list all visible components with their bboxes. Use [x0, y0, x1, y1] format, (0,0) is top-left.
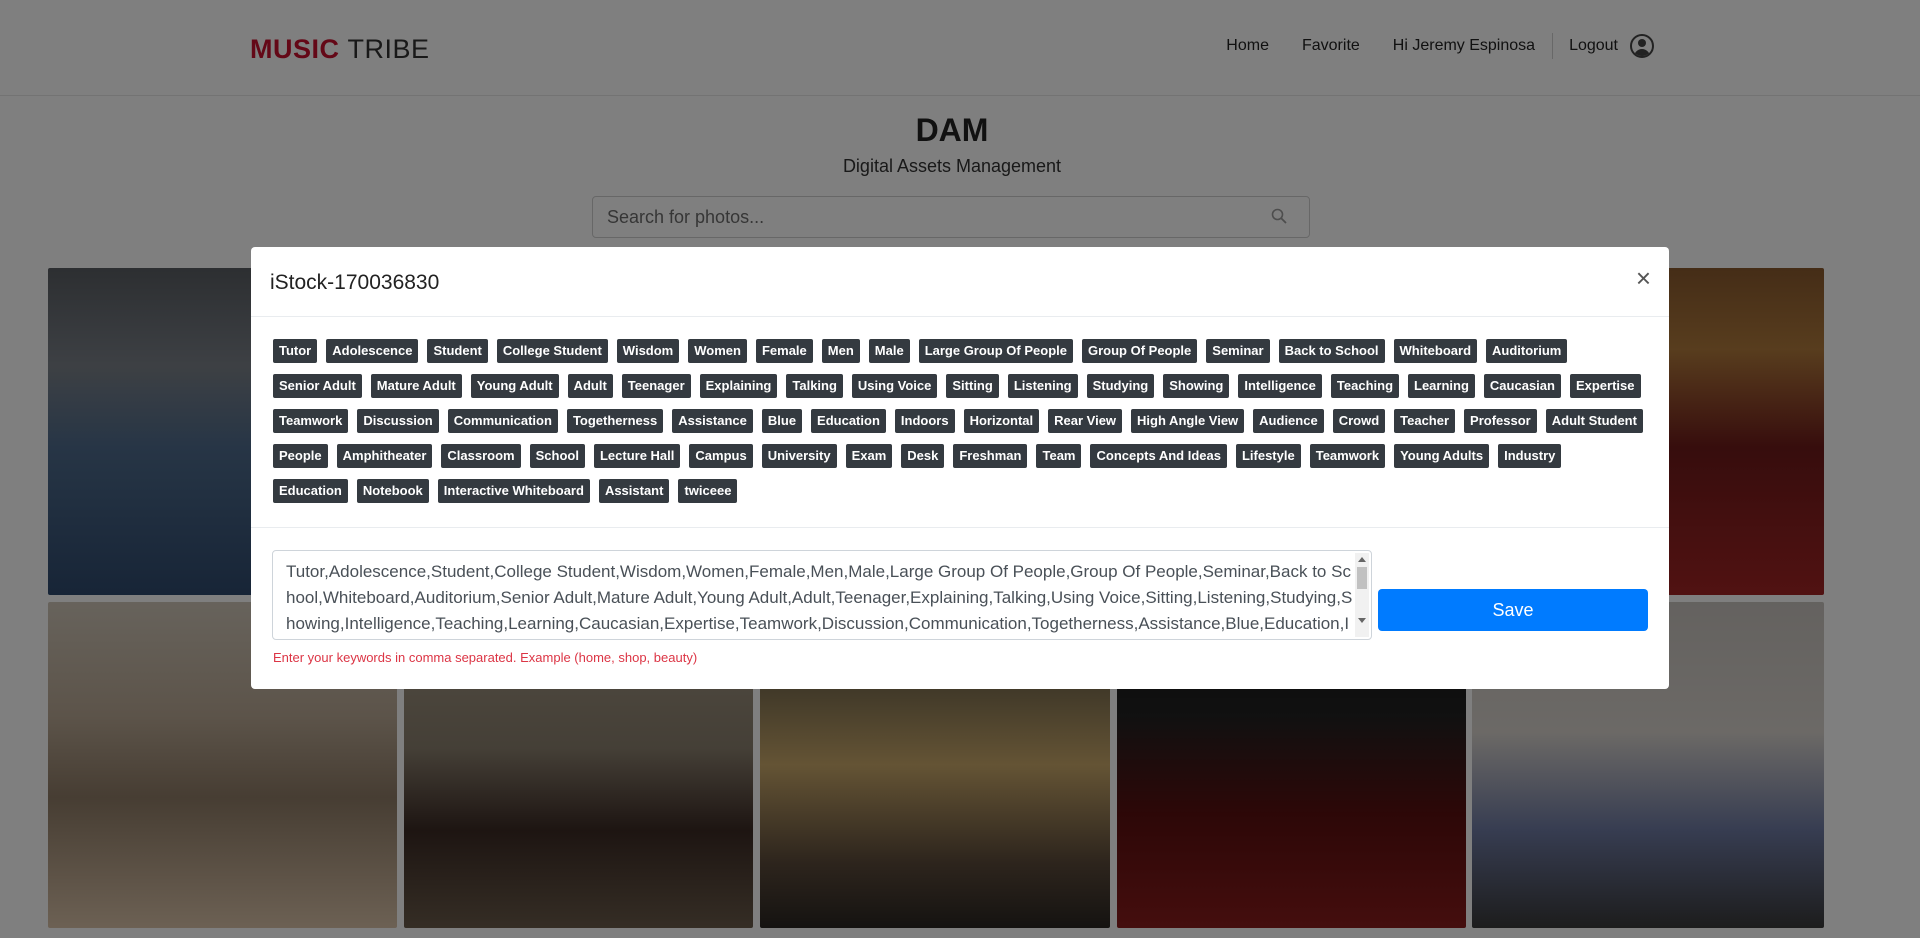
keyword-tag[interactable]: Lifestyle [1235, 444, 1301, 468]
keyword-tag[interactable]: Teamwork [273, 409, 349, 433]
keyword-tag[interactable]: Adult Student [1545, 409, 1643, 433]
keyword-tag[interactable]: Togetherness [566, 409, 664, 433]
keyword-tag[interactable]: Senior Adult [273, 374, 362, 398]
keyword-tag[interactable]: Young Adults [1394, 444, 1490, 468]
keywords-textarea-value: Tutor,Adolescence,Student,College Studen… [286, 562, 1353, 633]
keyword-tag[interactable]: Blue [761, 409, 803, 433]
keyword-tag[interactable]: Sitting [946, 374, 999, 398]
keyword-tag[interactable]: Women [688, 339, 747, 363]
keyword-tag[interactable]: Horizontal [963, 409, 1040, 433]
modal-header: iStock-170036830 × [251, 247, 1669, 317]
scroll-thumb [1357, 567, 1367, 589]
keyword-tag[interactable]: Female [755, 339, 813, 363]
keyword-tag[interactable]: Showing [1163, 374, 1230, 398]
keyword-tag[interactable]: High Angle View [1131, 409, 1245, 433]
keyword-tag[interactable]: Concepts And Ideas [1090, 444, 1227, 468]
keyword-tag[interactable]: Classroom [441, 444, 521, 468]
keyword-tag[interactable]: Expertise [1569, 374, 1641, 398]
modal-divider [251, 527, 1669, 528]
keyword-tag[interactable]: Interactive Whiteboard [437, 479, 590, 503]
keyword-tag[interactable]: Group Of People [1081, 339, 1198, 363]
keyword-tag[interactable]: Tutor [273, 339, 318, 363]
keyword-tag[interactable]: Talking [786, 374, 843, 398]
keyword-tag[interactable]: Auditorium [1486, 339, 1568, 363]
keyword-tag[interactable]: Campus [689, 444, 753, 468]
keyword-tag[interactable]: Freshman [953, 444, 1028, 468]
keyword-tag[interactable]: twiceee [678, 479, 738, 503]
textarea-scrollbar[interactable] [1355, 553, 1369, 637]
keyword-tag[interactable]: Exam [845, 444, 893, 468]
keyword-tag[interactable]: Adult [567, 374, 613, 398]
keyword-tag[interactable]: Assistance [672, 409, 753, 433]
keyword-tag[interactable]: Intelligence [1238, 374, 1322, 398]
keyword-tag[interactable]: Education [273, 479, 348, 503]
keyword-tag[interactable]: Young Adult [470, 374, 559, 398]
keyword-tag[interactable]: Learning [1408, 374, 1475, 398]
keyword-tag[interactable]: Using Voice [851, 374, 938, 398]
keyword-tag[interactable]: Men [821, 339, 860, 363]
keywords-help-text: Enter your keywords in comma separated. … [273, 650, 698, 665]
keyword-tag[interactable]: Rear View [1048, 409, 1123, 433]
keyword-tag[interactable]: Teaching [1330, 374, 1400, 398]
keyword-tag[interactable]: Amphitheater [336, 444, 433, 468]
keyword-tag[interactable]: Listening [1007, 374, 1078, 398]
modal-title: iStock-170036830 [270, 271, 440, 294]
keyword-tag[interactable]: Mature Adult [370, 374, 462, 398]
keyword-tag[interactable]: Large Group Of People [918, 339, 1073, 363]
scroll-up-arrow-icon [1358, 557, 1366, 562]
keyword-tag[interactable]: Team [1036, 444, 1082, 468]
keyword-tag[interactable]: Male [868, 339, 910, 363]
keyword-edit-modal: iStock-170036830 × Tutor Adolescence Stude… [251, 247, 1669, 689]
keyword-tag[interactable]: Education [811, 409, 886, 433]
keyword-tag[interactable]: Student [427, 339, 488, 363]
keyword-tag[interactable]: Teenager [621, 374, 691, 398]
keyword-tag[interactable]: Notebook [356, 479, 429, 503]
keyword-tag[interactable]: Adolescence [326, 339, 419, 363]
keyword-tag[interactable]: Back to School [1278, 339, 1385, 363]
keyword-tag[interactable]: Audience [1253, 409, 1324, 433]
keyword-tag[interactable]: Industry [1498, 444, 1562, 468]
keyword-tag[interactable]: Caucasian [1483, 374, 1561, 398]
keyword-tag[interactable]: Studying [1086, 374, 1155, 398]
keyword-tag[interactable]: Lecture Hall [593, 444, 681, 468]
keyword-tag[interactable]: Whiteboard [1393, 339, 1478, 363]
keywords-textarea[interactable]: Tutor,Adolescence,Student,College Studen… [272, 550, 1372, 640]
keyword-tag[interactable]: Seminar [1206, 339, 1270, 363]
keyword-tag[interactable]: Crowd [1332, 409, 1386, 433]
keyword-tag[interactable]: People [273, 444, 328, 468]
tag-list: Tutor Adolescence Student College Student Wi… [273, 339, 1653, 514]
keyword-tag[interactable]: Indoors [894, 409, 955, 433]
close-icon[interactable]: × [1636, 265, 1651, 291]
keyword-tag[interactable]: School [529, 444, 585, 468]
keyword-tag[interactable]: Teacher [1394, 409, 1456, 433]
keyword-tag[interactable]: Communication [447, 409, 558, 433]
keyword-tag[interactable]: Desk [901, 444, 945, 468]
keyword-tag[interactable]: Explaining [699, 374, 778, 398]
keyword-tag[interactable]: Professor [1464, 409, 1537, 433]
keyword-tag[interactable]: Teamwork [1309, 444, 1386, 468]
keyword-tag[interactable]: Wisdom [616, 339, 680, 363]
scroll-down-arrow-icon [1358, 618, 1366, 623]
keyword-tag[interactable]: Discussion [357, 409, 439, 433]
save-button[interactable]: Save [1378, 589, 1648, 631]
keyword-tag[interactable]: University [761, 444, 837, 468]
keyword-tag[interactable]: College Student [496, 339, 608, 363]
keyword-tag[interactable]: Assistant [598, 479, 670, 503]
